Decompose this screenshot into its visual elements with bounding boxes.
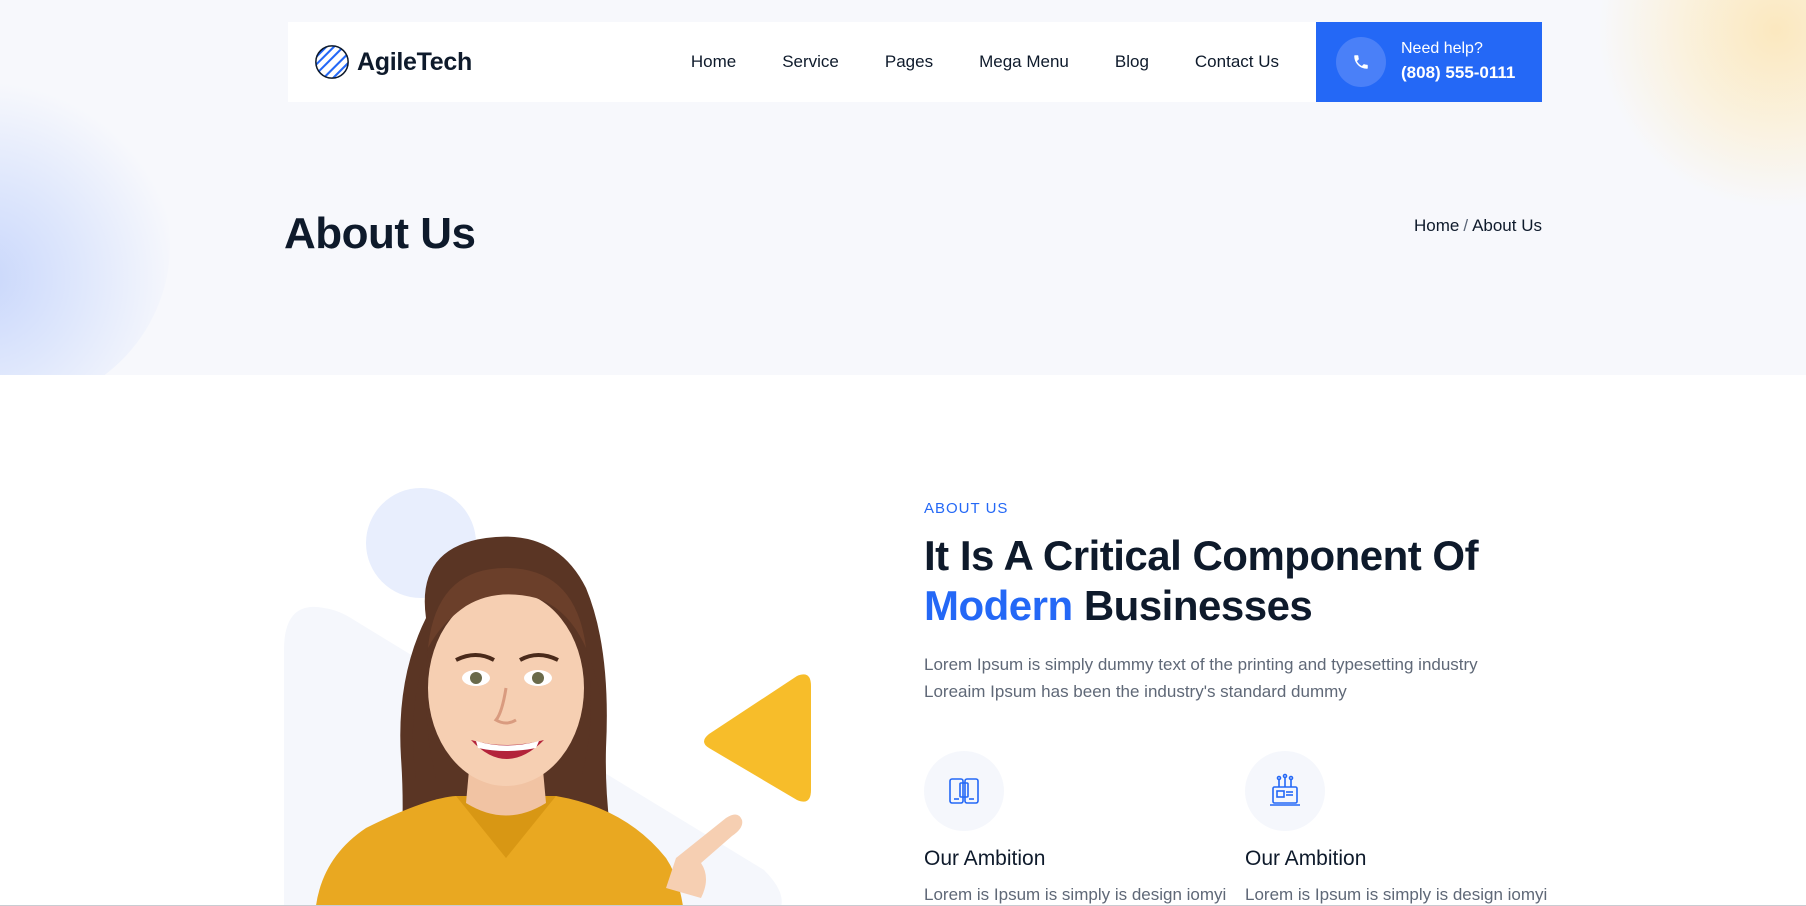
laptop-chip-icon — [1245, 751, 1325, 831]
breadcrumb-current: About Us — [1472, 216, 1542, 235]
main-nav: Home Service Pages Mega Menu Blog Contac… — [691, 52, 1279, 72]
feature-title: Our Ambition — [1245, 847, 1367, 870]
section-eyebrow: ABOUT US — [924, 500, 1009, 517]
logo-icon — [315, 45, 349, 79]
site-header: AgileTech Home Service Pages Mega Menu B… — [288, 22, 1542, 102]
breadcrumb-separator: / — [1463, 216, 1469, 235]
page-hero: AgileTech Home Service Pages Mega Menu B… — [0, 0, 1806, 375]
logo[interactable]: AgileTech — [313, 43, 472, 81]
breadcrumb: Home / About Us — [1414, 216, 1542, 236]
decorative-glow-right — [1596, 0, 1806, 210]
lead-line-2: Loreaim Ipsum has been the industry's st… — [924, 682, 1347, 701]
logo-text: AgileTech — [357, 47, 472, 76]
headline-rest: Businesses — [1083, 582, 1313, 629]
nav-contact-us[interactable]: Contact Us — [1195, 52, 1279, 72]
lead-line-1: Lorem Ipsum is simply dummy text of the … — [924, 655, 1478, 674]
headline-line-1: It Is A Critical Component Of — [924, 532, 1479, 579]
feature-title: Our Ambition — [924, 847, 1046, 870]
phone-icon — [1336, 37, 1386, 87]
nav-blog[interactable]: Blog — [1115, 52, 1149, 72]
devices-icon — [924, 751, 1004, 831]
feature-item: Our Ambition Lorem is Ipsum is simply is… — [1245, 751, 1548, 905]
page-title: About Us — [284, 209, 476, 258]
about-image-area — [284, 480, 844, 906]
help-phone-number[interactable]: (808) 555-0111 — [1401, 60, 1515, 86]
nav-home[interactable]: Home — [691, 52, 736, 72]
help-contact-box[interactable]: Need help? (808) 555-0111 — [1316, 22, 1542, 102]
feature-description: Lorem is Ipsum is simply is design iomyi — [924, 885, 1227, 904]
decorative-glow-left — [0, 80, 170, 375]
about-content: ABOUT US It Is A Critical Component Of M… — [924, 500, 1564, 705]
breadcrumb-home[interactable]: Home — [1414, 216, 1459, 235]
section-lead: Lorem Ipsum is simply dummy text of the … — [924, 651, 1504, 705]
help-label: Need help? — [1401, 40, 1483, 57]
feature-item: Our Ambition Lorem is Ipsum is simply is… — [924, 751, 1227, 905]
section-headline: It Is A Critical Component Of Modern Bus… — [924, 531, 1564, 631]
feature-description: Lorem is Ipsum is simply is design iomyi — [1245, 885, 1548, 904]
nav-mega-menu[interactable]: Mega Menu — [979, 52, 1069, 72]
woman-photo — [316, 536, 743, 906]
nav-pages[interactable]: Pages — [885, 52, 933, 72]
nav-service[interactable]: Service — [782, 52, 839, 72]
headline-accent: Modern — [924, 582, 1073, 629]
